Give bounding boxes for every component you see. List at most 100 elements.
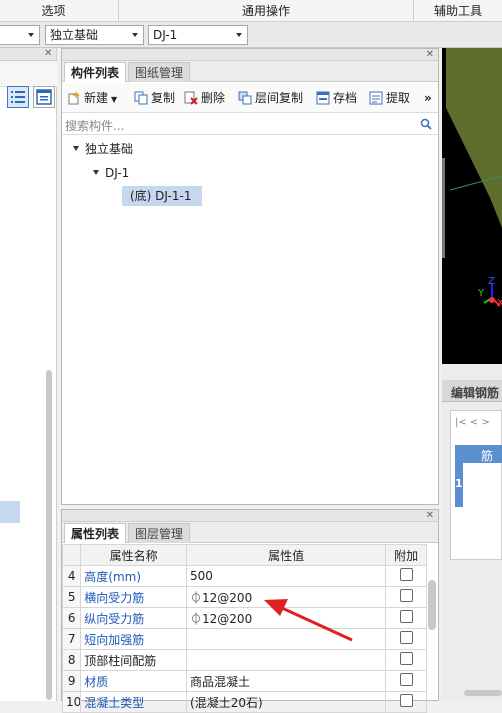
floor-select[interactable] xyxy=(0,25,40,45)
copy-icon xyxy=(134,91,148,105)
edit-rebar-panel: 编辑钢筋 |< < > 筋号 1 xyxy=(442,364,502,701)
extract-label: 提取 xyxy=(386,91,411,105)
red-annotation-arrow-icon xyxy=(264,599,353,642)
column-header-extra: 附加 xyxy=(385,544,427,566)
extract-icon xyxy=(369,91,383,105)
extra-checkbox-cell[interactable] xyxy=(385,649,427,671)
floor-copy-icon xyxy=(238,91,252,105)
component-search-input[interactable]: 搜索构件... xyxy=(62,115,438,135)
table-row[interactable]: 8 顶部柱间配筋 xyxy=(61,649,427,671)
panel-tab-strip: 编辑钢筋 xyxy=(442,380,502,402)
floor-copy-button[interactable]: 层间复制 xyxy=(238,89,303,107)
property-value[interactable]: 商品混凝土 xyxy=(186,670,387,692)
expand-triangle-icon xyxy=(93,170,99,175)
component-type-select[interactable]: 独立基础 xyxy=(45,25,144,45)
tree-node-foundation[interactable]: 独立基础 xyxy=(73,139,133,159)
3d-viewport[interactable]: Z Y X xyxy=(442,48,502,364)
tree-node-label: (底) DJ-1-1 xyxy=(130,189,192,203)
new-icon xyxy=(67,91,81,105)
column-header-name: 属性名称 xyxy=(80,544,188,566)
grid-header: 筋号 xyxy=(455,445,502,480)
archive-icon xyxy=(316,91,330,105)
tree-node-label: 独立基础 xyxy=(85,142,134,156)
table-row[interactable]: 10 混凝土类型 (混凝土20石) xyxy=(61,691,427,713)
checkbox[interactable] xyxy=(399,589,413,602)
edit-rebar-title[interactable]: 编辑钢筋 xyxy=(451,384,499,401)
extra-checkbox-cell[interactable] xyxy=(385,691,427,713)
copy-label: 复制 xyxy=(151,91,176,105)
rebar-grid: |< < > 筋号 1 xyxy=(450,410,502,560)
component-selector-row: 独立基础 DJ-1 xyxy=(0,22,502,48)
row-selector[interactable]: 1 xyxy=(455,463,463,507)
chevron-down-icon: ▼ xyxy=(111,95,118,104)
chevron-down-icon xyxy=(132,33,138,37)
row-number: 1 xyxy=(455,477,463,490)
row-number: 4 xyxy=(61,565,82,587)
row-number: 10 xyxy=(61,691,82,713)
expand-triangle-icon xyxy=(73,146,79,151)
detail-view-icon[interactable] xyxy=(33,86,55,108)
more-tools-button[interactable]: » xyxy=(424,89,432,107)
viewport-canvas xyxy=(442,48,502,364)
scrollbar[interactable] xyxy=(428,580,436,630)
search-icon[interactable] xyxy=(420,118,432,133)
close-icon[interactable]: ✕ xyxy=(426,510,434,522)
tab-common-operations[interactable]: 通用操作 xyxy=(119,0,413,22)
chevron-down-icon xyxy=(236,33,242,37)
record-nav[interactable]: |< < > xyxy=(455,417,490,428)
axis-z-label: Z xyxy=(488,276,495,287)
scrollbar[interactable] xyxy=(46,370,52,700)
component-type-value: 独立基础 xyxy=(50,28,99,42)
property-name: 横向受力筋 xyxy=(80,586,188,608)
new-label: 新建 xyxy=(84,91,109,105)
extra-checkbox-cell[interactable] xyxy=(385,607,427,629)
archive-label: 存档 xyxy=(333,91,358,105)
tab-layer-management[interactable]: 图层管理 xyxy=(128,523,191,543)
selected-tree-row[interactable] xyxy=(0,501,20,523)
checkbox[interactable] xyxy=(399,631,413,644)
checkbox[interactable] xyxy=(399,673,413,686)
component-name-select[interactable]: DJ-1 xyxy=(148,25,248,45)
property-value[interactable] xyxy=(186,649,387,671)
archive-button[interactable]: 存档 xyxy=(316,89,357,107)
copy-button[interactable]: 复制 xyxy=(134,89,175,107)
extra-checkbox-cell[interactable] xyxy=(385,565,427,587)
extra-checkbox-cell[interactable] xyxy=(385,628,427,650)
tree-node-dj1[interactable]: DJ-1 xyxy=(93,163,129,183)
tree-node-dj1-1-selected[interactable]: (底) DJ-1-1 xyxy=(122,186,202,206)
tree-node-label: DJ-1 xyxy=(105,166,130,180)
tab-drawing-management[interactable]: 图纸管理 xyxy=(128,62,191,82)
panel-header: ✕ xyxy=(62,49,438,61)
axis-y-label: Y xyxy=(478,288,485,299)
property-name: 纵向受力筋 xyxy=(80,607,188,629)
property-name: 顶部柱间配筋 xyxy=(80,649,188,671)
checkbox[interactable] xyxy=(399,568,413,581)
component-toolbar: 新建 ▼ 复制 删除 层间复制 存档 提取 » xyxy=(62,83,438,113)
search-placeholder: 搜索构件... xyxy=(65,119,125,133)
delete-button[interactable]: 删除 xyxy=(184,89,225,107)
tab-helper-tools[interactable]: 辅助工具 xyxy=(414,0,502,22)
extra-checkbox-cell[interactable] xyxy=(385,586,427,608)
extract-button[interactable]: 提取 xyxy=(369,89,410,107)
close-icon[interactable]: ✕ xyxy=(426,49,434,61)
new-button[interactable]: 新建 ▼ xyxy=(67,89,117,107)
row-number: 7 xyxy=(61,628,82,650)
checkbox[interactable] xyxy=(399,652,413,665)
close-icon[interactable]: ✕ xyxy=(44,48,52,60)
panel-header: ✕ xyxy=(0,48,56,61)
list-view-icon[interactable] xyxy=(7,86,29,108)
row-number: 9 xyxy=(61,670,82,692)
column-header-rebar-no: 筋号 xyxy=(481,449,494,480)
tab-options[interactable]: 选项 xyxy=(0,0,107,22)
scrollbar[interactable] xyxy=(464,690,502,696)
extra-checkbox-cell[interactable] xyxy=(385,670,427,692)
panel-header: ✕ xyxy=(62,510,438,522)
axis-x-label: X xyxy=(497,298,502,309)
component-name-value: DJ-1 xyxy=(153,28,178,42)
table-row[interactable]: 9 材质 商品混凝土 xyxy=(61,670,427,692)
checkbox[interactable] xyxy=(399,610,413,623)
panel-tabs: 属性列表 图层管理 xyxy=(62,522,438,543)
property-value[interactable]: (混凝土20石) xyxy=(186,691,387,713)
tab-component-list[interactable]: 构件列表 xyxy=(64,62,127,82)
tab-property-list[interactable]: 属性列表 xyxy=(64,523,127,543)
